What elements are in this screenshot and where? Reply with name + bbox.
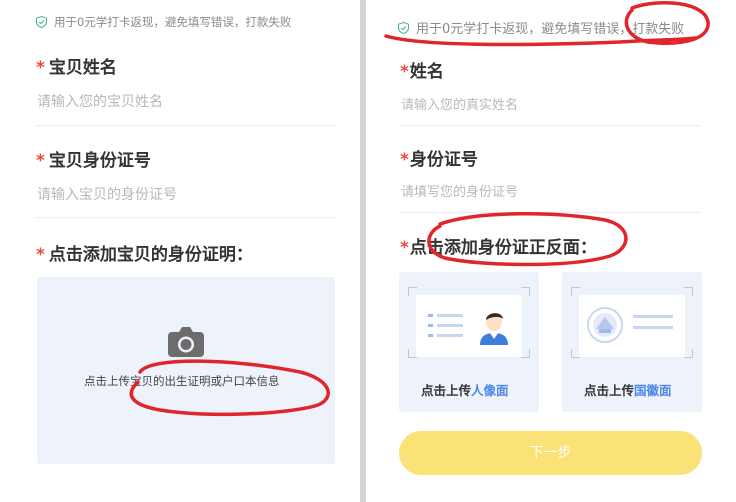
notice-label: 用于0元学打卡返现，避免填写错误，打款失败 — [54, 15, 292, 29]
required-mark: * — [36, 245, 45, 265]
shield-check-icon — [398, 21, 409, 34]
id-card-front-illustration — [416, 295, 522, 357]
baby-proof-label-text: 点击添加宝贝的身份证明： — [48, 245, 253, 265]
id-back-upload[interactable]: 点击上传国徽面 — [562, 272, 702, 412]
required-mark: * — [400, 150, 409, 170]
baby-name-label: * 宝贝姓名 — [36, 53, 117, 78]
birth-certificate-upload[interactable]: 点击上传宝贝的出生证明或户口本信息 — [37, 277, 335, 464]
id-front-upload[interactable]: 点击上传人像面 — [399, 272, 539, 412]
upload-hint: 点击上传宝贝的出生证明或户口本信息 — [84, 374, 280, 388]
frame-corner — [684, 287, 693, 296]
baby-name-placeholder: 请输入您的宝贝姓名 — [37, 94, 163, 110]
required-mark: * — [400, 62, 409, 82]
name-input[interactable]: 请输入您的真实姓名 — [401, 94, 518, 113]
camera-icon — [168, 327, 204, 357]
next-step-button[interactable]: 下一步 — [399, 431, 702, 475]
divider — [400, 212, 700, 213]
notice-text: 用于0元学打卡返现，避免填写错误，打款失败 — [398, 18, 684, 37]
id-label: *身份证号 — [400, 145, 478, 170]
baby-id-label: * 宝贝身份证号 — [36, 146, 151, 171]
baby-id-placeholder: 请输入宝贝的身份证号 — [37, 187, 177, 203]
back-caption: 点击上传国徽面 — [584, 380, 672, 399]
frame-corner — [521, 287, 530, 296]
required-mark: * — [36, 58, 45, 78]
national-emblem-icon — [587, 307, 673, 343]
right-form-panel: 用于0元学打卡返现，避免填写错误，打款失败 *姓名 请输入您的真实姓名 *身份证… — [366, 0, 736, 502]
back-caption-prefix: 点击上传 — [584, 383, 635, 398]
divider — [36, 125, 336, 126]
left-form-panel: 用于0元学打卡返现，避免填写错误，打款失败 * 宝贝姓名 请输入您的宝贝姓名 * 宝… — [0, 0, 360, 502]
front-caption-highlight: 人像面 — [471, 383, 509, 398]
frame-corner — [684, 349, 693, 358]
required-mark: * — [400, 238, 409, 258]
id-photo-label: *点击添加身份证正反面： — [400, 233, 597, 258]
portrait-id-icon — [428, 313, 508, 345]
id-placeholder: 请填写您的身份证号 — [401, 185, 519, 200]
back-caption-highlight: 国徽面 — [634, 383, 672, 398]
notice-text: 用于0元学打卡返现，避免填写错误，打款失败 — [36, 14, 291, 30]
baby-proof-label: * 点击添加宝贝的身份证明： — [36, 240, 253, 265]
id-photo-label-text: 点击添加身份证正反面： — [409, 238, 597, 258]
baby-name-input[interactable]: 请输入您的宝贝姓名 — [37, 91, 163, 111]
name-placeholder: 请输入您的真实姓名 — [401, 98, 519, 113]
required-mark: * — [36, 151, 45, 171]
notice-label: 用于0元学打卡返现，避免填写错误，打款失败 — [416, 22, 685, 37]
baby-id-input[interactable]: 请输入宝贝的身份证号 — [37, 184, 177, 204]
id-input[interactable]: 请填写您的身份证号 — [401, 181, 518, 200]
front-caption: 点击上传人像面 — [421, 380, 509, 399]
baby-id-label-text: 宝贝身份证号 — [48, 151, 151, 171]
divider — [36, 217, 336, 218]
name-label-text: 姓名 — [409, 62, 444, 82]
name-label: *姓名 — [400, 57, 444, 82]
front-caption-prefix: 点击上传 — [421, 383, 472, 398]
id-label-text: 身份证号 — [409, 150, 478, 170]
id-card-back-illustration — [579, 295, 685, 357]
divider — [400, 125, 700, 126]
baby-name-label-text: 宝贝姓名 — [48, 58, 117, 78]
frame-corner — [521, 349, 530, 358]
shield-check-icon — [36, 16, 47, 28]
